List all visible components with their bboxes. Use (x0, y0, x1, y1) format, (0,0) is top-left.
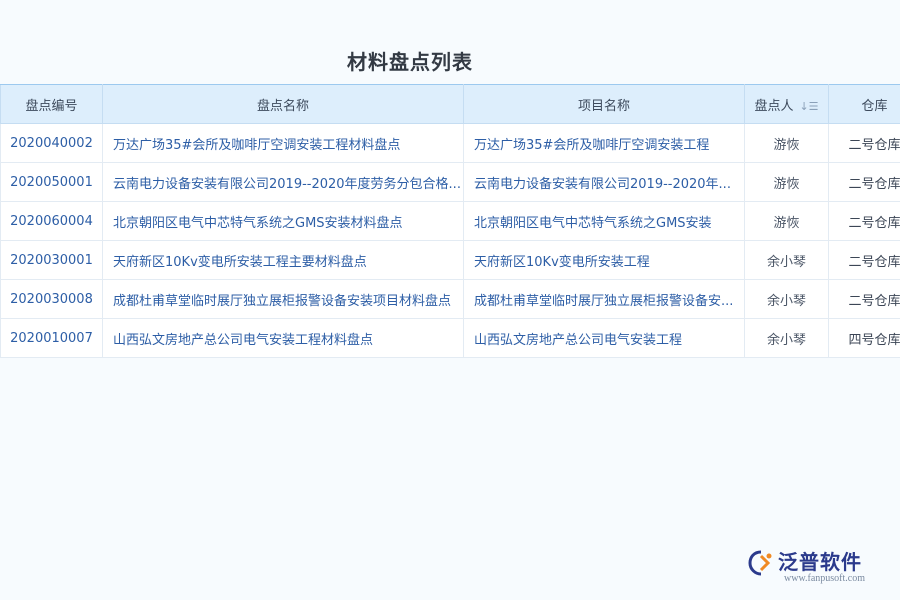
cell-name[interactable]: 云南电力设备安装有限公司2019--2020年度劳务分包合格... (102, 162, 464, 202)
cell-person: 游恢 (744, 162, 829, 202)
cell-person: 余小琴 (744, 318, 829, 358)
logo-text: 泛普软件 (778, 550, 862, 574)
cell-name[interactable]: 万达广场35#会所及咖啡厅空调安装工程材料盘点 (102, 123, 464, 163)
table-row[interactable]: 2020030001 天府新区10Kv变电所安装工程主要材料盘点 天府新区10Kv变… (0, 240, 900, 280)
cell-warehouse: 二号仓库 (828, 279, 900, 319)
cell-warehouse: 二号仓库 (828, 240, 900, 280)
cell-project[interactable]: 天府新区10Kv变电所安装工程 (463, 240, 745, 280)
cell-name[interactable]: 成都杜甫草堂临时展厅独立展柜报警设备安装项目材料盘点 (102, 279, 464, 319)
cell-warehouse: 四号仓库 (828, 318, 900, 358)
cell-project[interactable]: 山西弘文房地产总公司电气安装工程 (463, 318, 745, 358)
cell-project[interactable]: 云南电力设备安装有限公司2019--2020年... (463, 162, 745, 202)
table-row[interactable]: 2020040002 万达广场35#会所及咖啡厅空调安装工程材料盘点 万达广场35#… (0, 123, 900, 163)
cell-code[interactable]: 2020010007 (0, 318, 103, 358)
table-row[interactable]: 2020050001 云南电力设备安装有限公司2019--2020年度劳务分包合格… (0, 162, 900, 202)
cell-warehouse: 二号仓库 (828, 123, 900, 163)
fanpu-logo-icon (748, 550, 772, 576)
cell-code[interactable]: 2020030008 (0, 279, 103, 319)
column-header-person[interactable]: 盘点人 ↓☰ (744, 84, 829, 124)
page-title: 材料盘点列表 (347, 50, 473, 74)
cell-code[interactable]: 2020050001 (0, 162, 103, 202)
cell-code[interactable]: 2020060004 (0, 201, 103, 241)
cell-person: 游恢 (744, 201, 829, 241)
sort-descending-icon[interactable]: ↓☰ (799, 100, 818, 113)
column-header-code[interactable]: 盘点编号 (0, 84, 103, 124)
table-row[interactable]: 2020010007 山西弘文房地产总公司电气安装工程材料盘点 山西弘文房地产总公司… (0, 318, 900, 358)
cell-person: 游恢 (744, 123, 829, 163)
table-row[interactable]: 2020030008 成都杜甫草堂临时展厅独立展柜报警设备安装项目材料盘点 成都杜甫… (0, 279, 900, 319)
cell-project[interactable]: 北京朝阳区电气中芯特气系统之GMS安装 (463, 201, 745, 241)
cell-code[interactable]: 2020030001 (0, 240, 103, 280)
cell-name[interactable]: 北京朝阳区电气中芯特气系统之GMS安装材料盘点 (102, 201, 464, 241)
cell-warehouse: 二号仓库 (828, 162, 900, 202)
logo-url: www.fanpusoft.com (784, 573, 866, 584)
table-header-row: 盘点编号 盘点名称 项目名称 盘点人 ↓☰ 仓库 (0, 84, 900, 124)
cell-person: 余小琴 (744, 240, 829, 280)
column-header-name[interactable]: 盘点名称 (102, 84, 464, 124)
column-header-warehouse[interactable]: 仓库 (828, 84, 900, 124)
table-body: 2020040002 万达广场35#会所及咖啡厅空调安装工程材料盘点 万达广场35#… (0, 123, 900, 358)
cell-code[interactable]: 2020040002 (0, 123, 103, 163)
cell-project[interactable]: 万达广场35#会所及咖啡厅空调安装工程 (463, 123, 745, 163)
cell-person: 余小琴 (744, 279, 829, 319)
brand-logo: 泛普软件 www.fanpusoft.com (748, 546, 888, 590)
cell-warehouse: 二号仓库 (828, 201, 900, 241)
table-row[interactable]: 2020060004 北京朝阳区电气中芯特气系统之GMS安装材料盘点 北京朝阳区电气… (0, 201, 900, 241)
column-header-project[interactable]: 项目名称 (463, 84, 745, 124)
inventory-table-container: 盘点编号 盘点名称 项目名称 盘点人 ↓☰ 仓库 2020040002 万达广场35… (0, 84, 900, 358)
cell-name[interactable]: 山西弘文房地产总公司电气安装工程材料盘点 (102, 318, 464, 358)
cell-project[interactable]: 成都杜甫草堂临时展厅独立展柜报警设备安... (463, 279, 745, 319)
inventory-table: 盘点编号 盘点名称 项目名称 盘点人 ↓☰ 仓库 2020040002 万达广场35… (0, 84, 900, 358)
cell-name[interactable]: 天府新区10Kv变电所安装工程主要材料盘点 (102, 240, 464, 280)
